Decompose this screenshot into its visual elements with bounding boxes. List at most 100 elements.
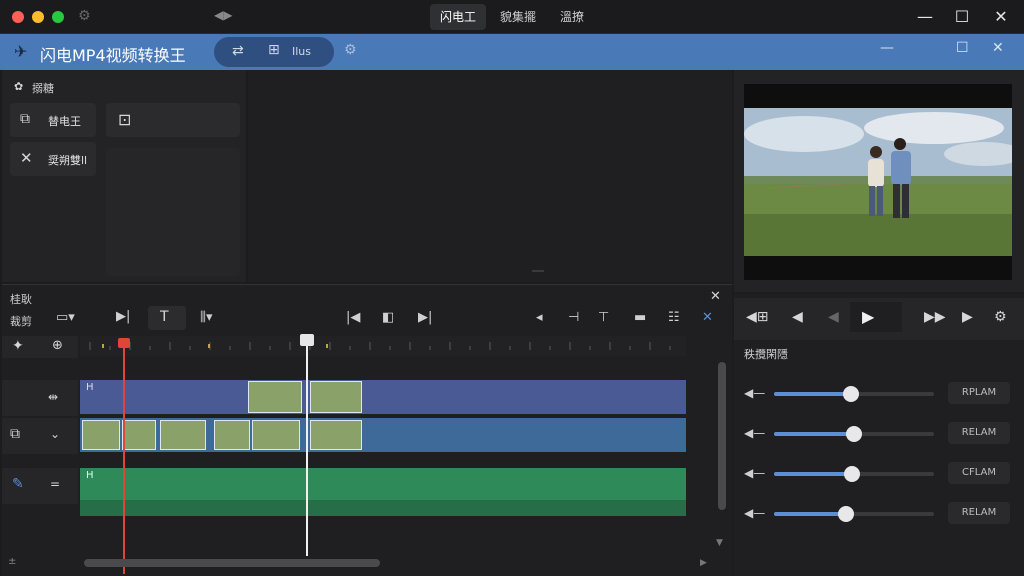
slider-value[interactable]: RPLAM (948, 382, 1010, 404)
os-tab-2[interactable]: 溫撩 (550, 4, 594, 30)
app-toolbar-pill: ⇄ ⊞ Ilus (214, 37, 334, 67)
split-dropdown-icon[interactable]: ⫼▾ (200, 310, 213, 325)
video-frame-image (744, 108, 1012, 256)
timeline-close-icon[interactable]: ✕ (710, 289, 721, 304)
audio-track[interactable]: H (80, 468, 686, 516)
clip-thumb[interactable] (82, 420, 120, 450)
media-thumb-slot[interactable]: ⊡ (106, 103, 240, 137)
aspect-icon[interactable]: ▭▾ (56, 310, 75, 325)
slider-fill (774, 512, 846, 516)
mid-tool-icon[interactable]: ◧ (382, 310, 394, 325)
resize-grip[interactable] (532, 270, 544, 272)
app-close-icon[interactable]: ✕ (992, 40, 1004, 56)
timeline-ruler[interactable] (80, 336, 686, 356)
minimize-window-dot[interactable] (32, 11, 44, 23)
playhead-red[interactable] (123, 338, 125, 574)
slider-icon: ◀— (744, 386, 766, 400)
chevron-down-icon[interactable]: ⌄ (50, 427, 60, 441)
os-title-bar: ⚙ ◀▶ 闪电工 貌集擺 溫撩 — ☐ ✕ (0, 0, 1024, 34)
slider-value[interactable]: CFLAM (948, 462, 1010, 484)
fast-forward-icon[interactable]: ▶▶ (924, 309, 946, 325)
slider-fill (774, 472, 853, 476)
slider-track[interactable] (774, 466, 934, 482)
video-track-1[interactable]: H (80, 380, 686, 414)
slider-knob[interactable] (846, 426, 862, 442)
slider-track[interactable] (774, 386, 934, 402)
text-tool-button[interactable]: T (148, 306, 186, 330)
minimize-icon[interactable]: — (916, 8, 934, 26)
maximize-icon[interactable]: ☐ (953, 8, 971, 26)
clip-thumb[interactable] (160, 420, 206, 450)
next-frame-icon[interactable]: ▶ (962, 309, 973, 325)
track-head-video2: ⧉ ⌄ (2, 418, 78, 454)
slider-knob[interactable] (844, 466, 861, 482)
app-logo-icon: ✈ (14, 42, 28, 61)
os-tab-1[interactable]: 貌集擺 (490, 4, 546, 30)
slider-value[interactable]: RELAM (948, 502, 1010, 524)
slider-knob[interactable] (842, 386, 859, 402)
side-button-1[interactable]: ✕ 奨朔雙ll (10, 142, 96, 176)
close-window-dot[interactable] (12, 11, 24, 23)
slider-row-0: ◀— RPLAM (742, 382, 1012, 406)
play-icon[interactable]: ▶ (862, 307, 874, 326)
volume-icon[interactable]: ◀⊞ (746, 309, 769, 325)
pill-label[interactable]: Ilus (292, 45, 311, 58)
crop-tool-icon[interactable]: ⊤ (598, 310, 609, 325)
app-title: 闪电MP4视频转换王 (40, 46, 186, 65)
library-icon: ✿ (14, 80, 24, 93)
os-tab-0[interactable]: 闪电工 (430, 4, 487, 30)
step-forward-icon[interactable]: ▶| (116, 309, 130, 324)
trim-left-icon[interactable]: ⊣ (568, 310, 579, 325)
go-start-icon[interactable]: |◀ (346, 310, 360, 325)
app-minimize-icon[interactable]: — (880, 40, 894, 56)
rewind-icon[interactable]: ◀ (828, 309, 839, 325)
track-clip-icon[interactable]: ⧉ (10, 426, 20, 442)
snap-icon[interactable]: ⊕ (52, 338, 63, 353)
playhead-white[interactable] (306, 336, 308, 556)
slider-fill (774, 432, 854, 436)
pen-icon[interactable]: ✎ (12, 476, 24, 492)
delete-icon[interactable]: ✕ (702, 310, 713, 325)
clip-thumb[interactable] (122, 420, 156, 450)
record-icon[interactable]: ▬ (634, 310, 646, 325)
add-media-icon[interactable]: ⊞ (268, 42, 280, 58)
side-button-0[interactable]: ⧉ 替电王 (10, 103, 96, 137)
playhead-red-handle[interactable] (118, 338, 130, 348)
video-track-2[interactable] (80, 418, 686, 452)
os-tabs: 闪电工 貌集擺 溫撩 (430, 4, 594, 30)
playhead-white-handle[interactable] (300, 334, 314, 346)
clip-thumb[interactable] (310, 381, 362, 413)
clip-thumb[interactable] (310, 420, 362, 450)
list-icon[interactable]: ☷ (668, 310, 680, 325)
scroll-right-icon[interactable]: ▶ (700, 558, 707, 568)
slider-track[interactable] (774, 426, 934, 442)
prev-frame-icon[interactable]: ◀ (792, 309, 803, 325)
cut-tool-icon[interactable]: ⇄ (232, 43, 244, 59)
nudge-left-icon[interactable]: ◂ (536, 310, 543, 325)
slider-track[interactable] (774, 506, 934, 522)
bottom-left-icon[interactable]: ± (8, 556, 16, 567)
slider-fill (774, 392, 851, 396)
settings-icon[interactable]: ⚙ (994, 309, 1007, 325)
slider-value[interactable]: RELAM (948, 422, 1010, 444)
nav-arrows-icon[interactable]: ◀▶ (214, 8, 232, 22)
clip-thumb[interactable] (214, 420, 250, 450)
go-end-icon[interactable]: ▶| (418, 310, 432, 325)
vertical-scrollbar[interactable] (718, 362, 726, 510)
media-drop-area[interactable] (106, 148, 240, 276)
maximize-window-dot[interactable] (52, 11, 64, 23)
clip-thumb[interactable] (252, 420, 300, 450)
settings-gear-icon[interactable]: ⚙ (344, 42, 357, 58)
adjust-section-title: 秩攬閑隱 (744, 348, 788, 361)
magnet-icon[interactable]: ✦ (12, 338, 24, 354)
close-icon[interactable]: ✕ (992, 8, 1010, 26)
slider-icon: ◀— (744, 426, 766, 440)
scroll-down-icon[interactable]: ▼ (716, 538, 723, 548)
slider-knob[interactable] (838, 506, 854, 522)
horizontal-scrollbar[interactable] (84, 559, 380, 567)
track-lock-icon[interactable]: ⇹ (48, 390, 58, 404)
equal-icon[interactable]: = (50, 477, 60, 491)
clip-thumb[interactable] (248, 381, 302, 413)
video-preview[interactable] (744, 84, 1012, 280)
app-maximize-icon[interactable]: ☐ (956, 40, 969, 56)
